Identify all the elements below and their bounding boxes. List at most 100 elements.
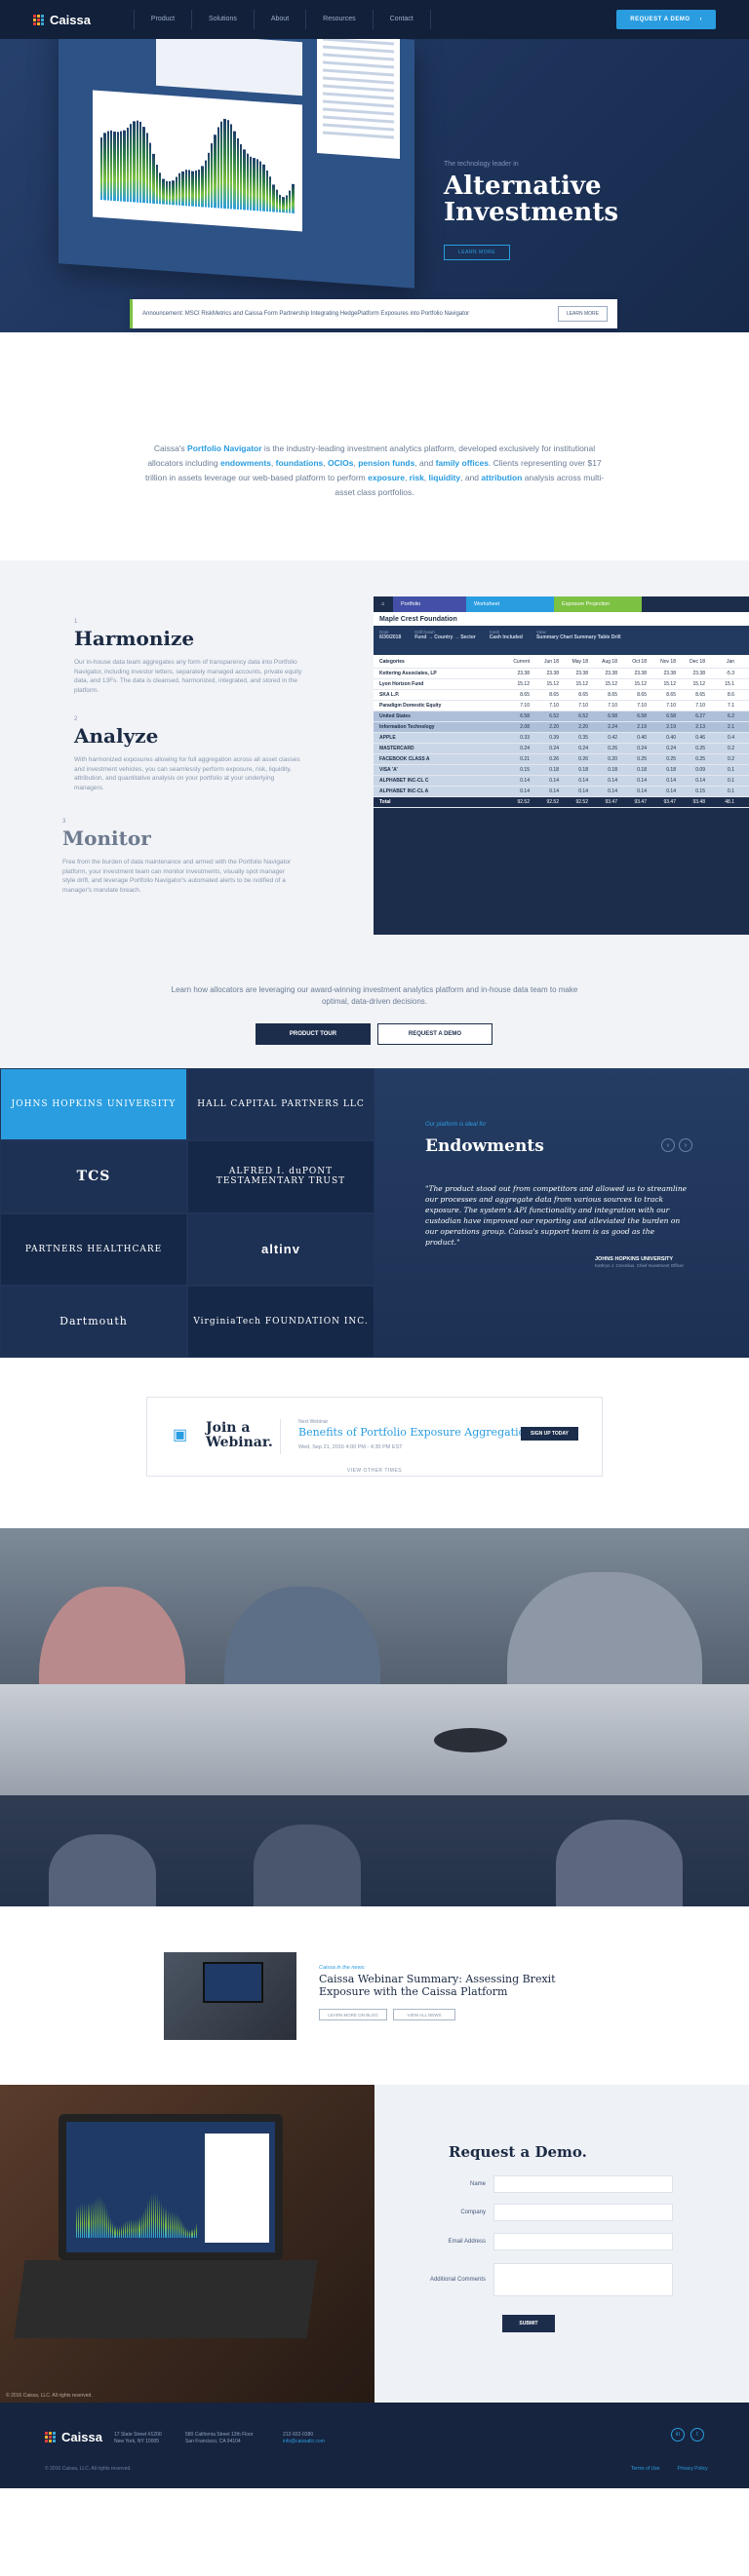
intro-keyword[interactable]: family offices xyxy=(436,458,489,468)
table-row[interactable]: SKA L.P. 8.65 8.65 8.65 8.65 8.65 8.65 8.65 8.6 xyxy=(374,690,749,701)
webinar-title[interactable]: Benefits of Portfolio Exposure Aggregati… xyxy=(298,1426,532,1439)
news-title[interactable]: Caissa Webinar Summary: Assessing Brexit… xyxy=(319,1973,602,1998)
client-logo-dupont[interactable]: ALFRED I. duPONT TESTAMENTARY TRUST xyxy=(187,1140,374,1213)
filter-cash[interactable]: Cash Cash Included xyxy=(490,630,523,651)
grid-column-header[interactable]: Jan xyxy=(705,659,734,665)
address-line: 580 California Street 12th Floor xyxy=(185,2432,254,2438)
terms-link[interactable]: Terms of Use xyxy=(631,2466,659,2472)
intro-keyword[interactable]: attribution xyxy=(481,473,522,482)
name-input[interactable] xyxy=(493,2175,673,2193)
filter-date[interactable]: Date 6/30/2018 xyxy=(379,630,401,651)
intro-keyword[interactable]: OCIOs xyxy=(328,458,353,468)
row-value: 23.38 xyxy=(546,671,559,676)
filter-view[interactable]: View Summary Chart Summary Table Drill xyxy=(536,630,621,651)
grid-home-tab[interactable]: ⌂ xyxy=(374,596,393,612)
grid-column-header[interactable]: May 18 xyxy=(559,659,588,665)
table-row[interactable]: Lyon Horizon Fund 15.12 15.12 15.12 15.12 15.… xyxy=(374,679,749,690)
table-row[interactable]: ALPHABET INC-CL A 0.14 0.14 0.14 0.14 0.14 0.1… xyxy=(374,787,749,797)
chart-bar xyxy=(189,2230,191,2238)
hero-learn-more-button[interactable]: LEARN MORE xyxy=(444,245,511,260)
tab-portfolio[interactable]: Portfolio xyxy=(393,596,466,612)
linkedin-icon[interactable]: in xyxy=(671,2428,685,2441)
intro-keyword[interactable]: pension funds xyxy=(358,458,414,468)
intro-keyword[interactable]: foundations xyxy=(276,458,324,468)
row-value: 23.38 xyxy=(692,671,705,676)
client-logo-virginia-tech[interactable]: VirginiaTech FOUNDATION INC. xyxy=(187,1285,374,1358)
privacy-link[interactable]: Privacy Policy xyxy=(677,2466,707,2472)
nav-link-solutions[interactable]: Solutions xyxy=(192,10,255,29)
nav-link-resources[interactable]: Resources xyxy=(306,10,374,29)
request-demo-nav-button[interactable]: REQUEST A DEMO › xyxy=(616,10,716,29)
twitter-icon[interactable]: t xyxy=(690,2428,704,2441)
webinar-signup-button[interactable]: SIGN UP TODAY xyxy=(521,1427,578,1441)
client-logo-tcs[interactable]: TCS xyxy=(0,1140,187,1213)
row-value: 23.38 xyxy=(517,671,530,676)
chart-bar xyxy=(187,2229,189,2238)
intro-keyword[interactable]: liquidity xyxy=(429,473,461,482)
chevron-right-icon[interactable]: › xyxy=(679,1138,692,1152)
row-category: VISA 'A' xyxy=(379,767,398,773)
intro-keyword[interactable]: exposure xyxy=(368,473,405,482)
testimonial-role: Kathryn J. Crecelius, Chief Investment O… xyxy=(595,1263,684,1268)
company-input[interactable] xyxy=(493,2204,673,2221)
chart-bar xyxy=(104,2203,106,2238)
footer-copyright: © 2016 Caissa, LLC. All rights reserved. xyxy=(45,2466,132,2472)
grid-column-header[interactable]: Oct 18 xyxy=(617,659,647,665)
client-logo-altinv[interactable]: altinv xyxy=(187,1212,374,1286)
row-value: 15.12 xyxy=(575,681,588,687)
intro-keyword[interactable]: endowments xyxy=(220,458,271,468)
table-row[interactable]: APPLE 0.33 0.39 0.35 0.42 0.40 0.40 0.46 0.4 xyxy=(374,733,749,744)
nav-link-contact[interactable]: Contact xyxy=(374,10,431,29)
table-row[interactable]: Paradigm Domestic Equity 7.10 7.10 7.10 7.10… xyxy=(374,701,749,711)
request-demo-button[interactable]: REQUEST A DEMO xyxy=(377,1023,493,1045)
footer-phone[interactable]: 212-932-0380 xyxy=(283,2432,325,2439)
row-value: 8.65 xyxy=(578,692,588,698)
table-row[interactable]: Information Technology 2.08 2.20 2.20 2.24 2.… xyxy=(374,722,749,733)
product-tour-button[interactable]: PRODUCT TOUR xyxy=(256,1023,371,1045)
chevron-left-icon[interactable]: ‹ xyxy=(661,1138,675,1152)
table-row[interactable]: MASTERCARD 0.24 0.24 0.24 0.26 0.24 0.24 0.25 0.… xyxy=(374,744,749,754)
submit-button[interactable]: SUBMIT xyxy=(502,2315,555,2332)
chart-bar xyxy=(133,121,136,203)
chart-bar xyxy=(136,120,138,203)
announcement-learn-more-button[interactable]: LEARN MORE xyxy=(557,306,608,322)
view-other-times-link[interactable]: VIEW OTHER TIMES xyxy=(0,1468,749,1474)
chart-bar xyxy=(114,2224,116,2238)
brand-logo[interactable]: Caissa xyxy=(33,13,91,27)
table-row[interactable]: Total 92.52 92.52 92.52 93.47 93.47 93.47 93.48… xyxy=(374,797,749,808)
tab-worksheet[interactable]: Worksheet xyxy=(466,596,554,612)
table-row[interactable]: ALPHABET INC-CL C 0.14 0.14 0.14 0.14 0.14 0.1… xyxy=(374,776,749,787)
view-all-news-button[interactable]: VIEW ALL NEWS xyxy=(393,2009,455,2020)
row-value: 92.52 xyxy=(575,799,588,805)
nav-link-product[interactable]: Product xyxy=(135,10,193,29)
nav-link-about[interactable]: About xyxy=(255,10,307,29)
client-logo-partners-healthcare[interactable]: PARTNERS HEALTHCARE xyxy=(0,1212,187,1286)
testimonial-arrows: ‹ › xyxy=(661,1138,692,1152)
row-value: 6.27 xyxy=(695,713,705,719)
grid-column-header[interactable]: Dec 18 xyxy=(676,659,705,665)
footer-logo[interactable]: Caissa xyxy=(45,2430,102,2444)
table-row[interactable]: VISA 'A' 0.15 0.18 0.18 0.18 0.18 0.18 0.09 0.1 xyxy=(374,765,749,776)
table-row[interactable]: United States 6.58 6.52 6.52 6.58 6.58 6.58 6.2… xyxy=(374,711,749,722)
filter-drill-down[interactable]: Drill Down Fund → Country → Sector xyxy=(414,630,476,651)
grid-column-header[interactable]: Jun 18 xyxy=(530,659,559,665)
client-logo-johns-hopkins[interactable]: JOHNS HOPKINS UNIVERSITY xyxy=(0,1068,187,1141)
row-value: 0.18 xyxy=(608,767,617,773)
grid-column-header[interactable]: Nov 18 xyxy=(647,659,676,665)
intro-keyword[interactable]: risk xyxy=(410,473,424,482)
chart-bar xyxy=(142,2211,144,2238)
client-logo-hall-capital[interactable]: HALL CAPITAL PARTNERS LLC xyxy=(187,1068,374,1141)
learn-more-blog-button[interactable]: LEARN MORE ON BLOG xyxy=(319,2009,387,2020)
grid-column-header[interactable]: Current xyxy=(500,659,530,665)
intro-product-link[interactable]: Portfolio Navigator xyxy=(187,443,262,453)
table-row[interactable]: FACEBOOK CLASS A 0.21 0.26 0.26 0.20 0.25 0.25… xyxy=(374,754,749,765)
comments-textarea[interactable] xyxy=(493,2263,673,2296)
chart-bar xyxy=(197,169,201,208)
table-row[interactable]: Kettering Associates, LP 23.38 23.38 23.38 2… xyxy=(374,669,749,679)
email-input[interactable] xyxy=(493,2233,673,2250)
tab-exposure-projection[interactable]: Exposure Projection xyxy=(554,596,642,612)
grid-column-header[interactable]: Categories xyxy=(374,659,500,665)
client-logo-dartmouth[interactable]: Dartmouth xyxy=(0,1285,187,1358)
grid-column-header[interactable]: Aug 18 xyxy=(588,659,617,665)
footer-email[interactable]: info@caissallc.com xyxy=(283,2439,325,2445)
